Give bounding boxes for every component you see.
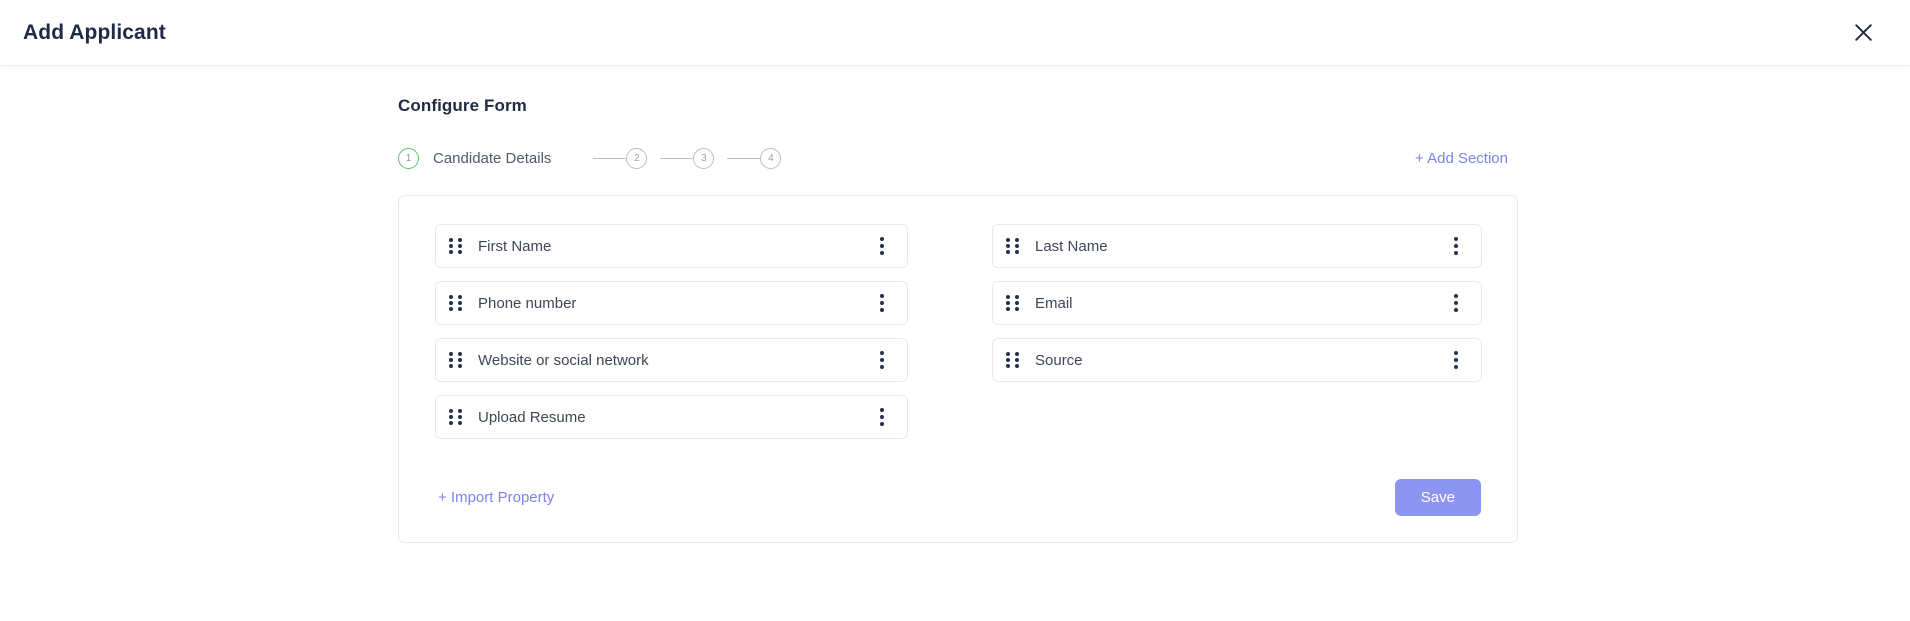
field-row-source[interactable]: Source — [992, 338, 1482, 382]
drag-handle-icon[interactable] — [449, 351, 463, 369]
kebab-menu-icon[interactable] — [1447, 351, 1465, 369]
stepper: 1 Candidate Details 2 3 4 — [398, 148, 782, 169]
step-2[interactable]: 2 — [593, 148, 648, 169]
modal-body: Configure Form 1 Candidate Details 2 3 4 — [0, 66, 1910, 543]
drag-handle-icon[interactable] — [1006, 351, 1020, 369]
drag-handle-icon[interactable] — [1006, 294, 1020, 312]
fields-grid: First Name Last Name Phone number Email … — [435, 224, 1482, 439]
close-icon — [1854, 23, 1873, 42]
step-4-connector — [727, 157, 761, 160]
field-label: Source — [1035, 351, 1083, 369]
step-3-connector — [660, 157, 694, 160]
drag-handle-icon[interactable] — [449, 408, 463, 426]
kebab-menu-icon[interactable] — [1447, 237, 1465, 255]
configure-form-heading: Configure Form — [398, 96, 527, 115]
step-4[interactable]: 4 — [727, 148, 782, 169]
step-1-circle[interactable]: 1 — [398, 148, 419, 169]
kebab-menu-icon[interactable] — [873, 408, 891, 426]
field-label: Upload Resume — [478, 408, 586, 426]
step-1-label: Candidate Details — [433, 150, 552, 167]
field-row-last-name[interactable]: Last Name — [992, 224, 1482, 268]
field-row-first-name[interactable]: First Name — [435, 224, 908, 268]
field-row-phone-number[interactable]: Phone number — [435, 281, 908, 325]
step-3-circle[interactable]: 3 — [693, 148, 715, 169]
step-4-circle[interactable]: 4 — [760, 148, 782, 169]
drag-handle-icon[interactable] — [449, 294, 463, 312]
kebab-menu-icon[interactable] — [873, 237, 891, 255]
card-footer: + Import Property Save — [435, 479, 1481, 516]
drag-handle-icon[interactable] — [1006, 237, 1020, 255]
page-title: Add Applicant — [23, 20, 166, 44]
step-2-connector — [593, 157, 627, 160]
field-row-upload-resume[interactable]: Upload Resume — [435, 395, 908, 439]
kebab-menu-icon[interactable] — [1447, 294, 1465, 312]
modal-header: Add Applicant — [0, 0, 1910, 66]
field-label: First Name — [478, 237, 552, 255]
step-3[interactable]: 3 — [660, 148, 715, 169]
step-1[interactable]: 1 Candidate Details — [398, 148, 551, 169]
form-card: First Name Last Name Phone number Email … — [398, 195, 1518, 543]
kebab-menu-icon[interactable] — [873, 294, 891, 312]
field-label: Email — [1035, 294, 1073, 312]
drag-handle-icon[interactable] — [449, 237, 463, 255]
import-property-button[interactable]: + Import Property — [435, 489, 554, 506]
field-label: Website or social network — [478, 351, 649, 369]
field-label: Phone number — [478, 294, 577, 312]
field-row-email[interactable]: Email — [992, 281, 1482, 325]
field-row-website-or-social-network[interactable]: Website or social network — [435, 338, 908, 382]
save-button[interactable]: Save — [1394, 479, 1481, 516]
close-button[interactable] — [1846, 16, 1880, 50]
stepper-row: 1 Candidate Details 2 3 4 + Add Section — [398, 148, 1508, 169]
kebab-menu-icon[interactable] — [873, 351, 891, 369]
add-section-button[interactable]: + Add Section — [1415, 150, 1508, 167]
field-label: Last Name — [1035, 237, 1108, 255]
step-2-circle[interactable]: 2 — [626, 148, 648, 169]
